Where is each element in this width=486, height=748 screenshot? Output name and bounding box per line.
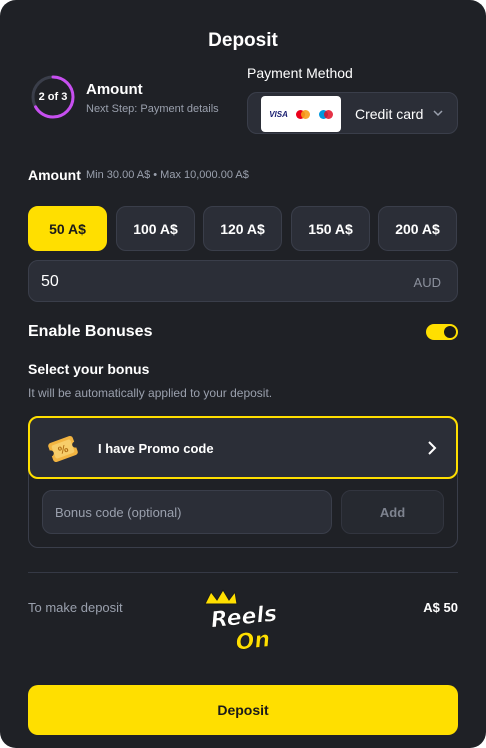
amount-chip-150[interactable]: 150 A$ (291, 206, 370, 251)
step-indicator: 2 of 3 (38, 91, 68, 103)
amount-limits-hint: Min 30.00 A$ • Max 10,000.00 A$ (86, 169, 249, 181)
reelson-logo: Reels On (204, 589, 279, 654)
step-progress-ring: 2 of 3 (30, 74, 76, 120)
enable-bonuses-toggle[interactable] (426, 324, 458, 340)
amount-chip-200[interactable]: 200 A$ (378, 206, 457, 251)
chevron-right-icon (428, 441, 437, 455)
visa-logo: VISA (269, 109, 288, 119)
payment-method-label: Payment Method (247, 65, 353, 81)
amount-chip-120[interactable]: 120 A$ (203, 206, 282, 251)
deposit-button[interactable]: Deposit (28, 685, 458, 735)
bonus-code-input[interactable] (42, 490, 332, 534)
card-logos: VISA (261, 96, 341, 132)
toggle-knob (444, 326, 456, 338)
ticket-icon: % (47, 436, 79, 462)
payment-method-select[interactable]: VISA Credit card (247, 92, 458, 134)
deposit-modal: Deposit 2 of 3 Amount Next Step: Payment… (0, 0, 486, 748)
select-bonus-subtitle: It will be automatically applied to your… (28, 386, 273, 400)
amount-chips: 50 A$ 100 A$ 120 A$ 150 A$ 200 A$ (28, 206, 458, 251)
maestro-logo (318, 109, 333, 119)
amount-chip-50[interactable]: 50 A$ (28, 206, 107, 251)
currency-label: AUD (413, 275, 441, 290)
amount-chip-100[interactable]: 100 A$ (116, 206, 195, 251)
select-bonus-title: Select your bonus (28, 361, 150, 377)
to-make-deposit-label: To make deposit (28, 600, 123, 615)
divider (28, 572, 458, 573)
chevron-down-icon (433, 110, 443, 117)
promo-code-toggle[interactable]: % I have Promo code (28, 416, 458, 479)
deposit-total: A$ 50 (423, 600, 458, 615)
add-bonus-button[interactable]: Add (341, 490, 444, 534)
amount-input-value: 50 (41, 273, 59, 290)
amount-label: Amount (28, 167, 81, 183)
enable-bonuses-label: Enable Bonuses (28, 323, 153, 340)
mastercard-logo (296, 109, 311, 119)
modal-title: Deposit (208, 30, 278, 51)
promo-code-label: I have Promo code (98, 441, 214, 456)
step-title: Amount (86, 81, 143, 98)
amount-input[interactable]: 50 AUD (28, 260, 458, 302)
step-subtitle: Next Step: Payment details (86, 103, 219, 115)
payment-method-value: Credit card (355, 106, 424, 122)
logo-text-on: On (235, 627, 272, 654)
